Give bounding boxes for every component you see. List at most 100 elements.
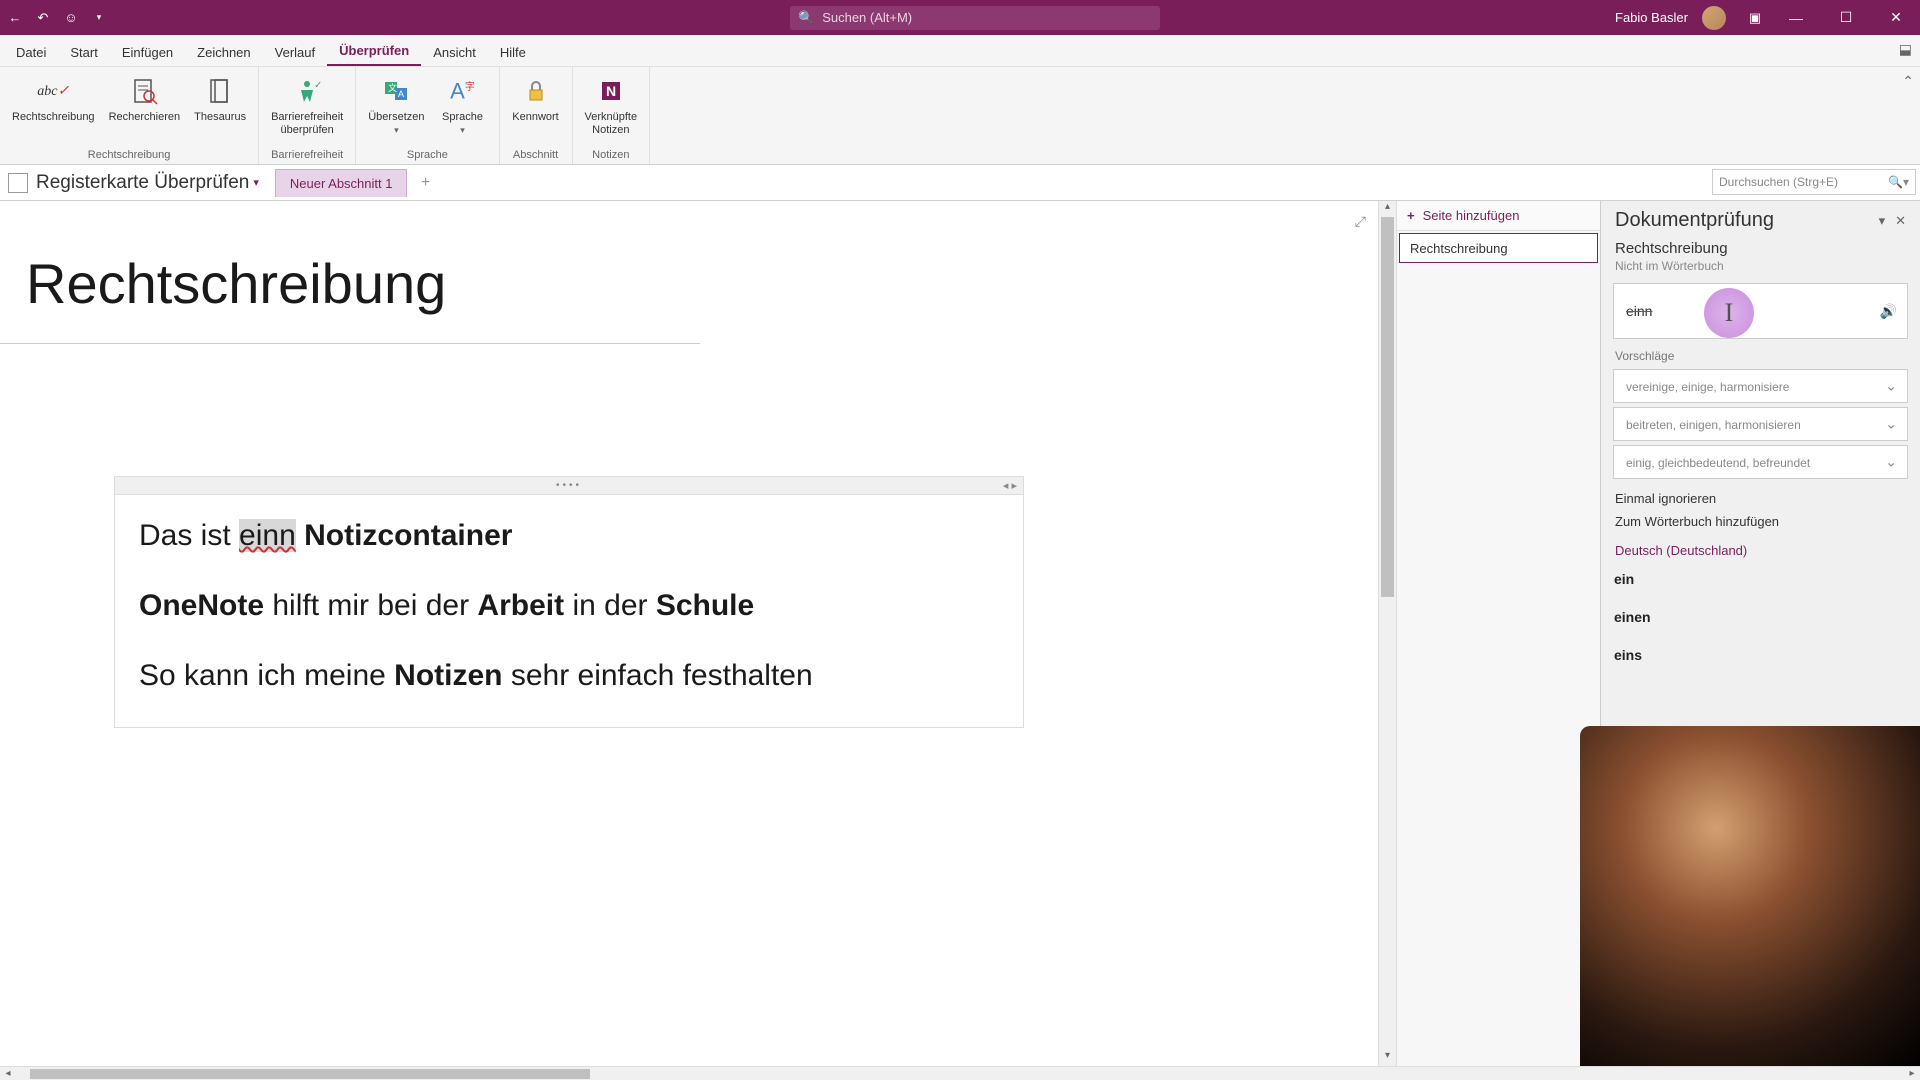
note-body[interactable]: Das ist einn Notizcontainer OneNote hilf… [115,495,1023,727]
title-bar: ← ↶ ☺ ▾ Rechtschreibung - OneNote 🔍 Such… [0,0,1920,35]
proofing-word-box[interactable]: einn 🔊 [1613,283,1908,339]
tab-verlauf[interactable]: Verlauf [263,39,327,66]
ribbon-group-label: Barrierefreiheit [265,148,349,162]
thesaurus-icon [202,73,238,109]
resize-arrows-icon[interactable]: ◂ ▸ [1003,479,1017,492]
user-name[interactable]: Fabio Basler [1615,10,1688,25]
abc-icon: abc✓ [35,73,71,109]
add-to-dict-link[interactable]: Zum Wörterbuch hinzufügen [1601,510,1920,533]
ribbon-linked-notes[interactable]: NVerknüpfte Notizen [579,71,644,148]
svg-text:文: 文 [388,82,397,93]
ribbon-thesaurus[interactable]: Thesaurus [188,71,252,148]
misspelled-word[interactable]: einn [239,519,296,552]
chevron-down-icon[interactable]: ⌄ [1885,454,1897,471]
cursor-highlight [1704,288,1754,338]
avatar[interactable] [1702,6,1726,30]
scroll-down-icon[interactable]: ▾ [1379,1050,1396,1066]
scroll-right-icon[interactable]: ▸ [1904,1068,1920,1079]
note-line-2[interactable]: OneNote hilft mir bei der Arbeit in der … [139,585,999,627]
tab-datei[interactable]: Datei [4,39,58,66]
scroll-track[interactable] [16,1069,1904,1079]
note-line-3[interactable]: So kann ich meine Notizen sehr einfach f… [139,655,999,697]
ribbon-group-abschnitt: Kennwort Abschnitt [500,67,573,164]
search-box[interactable]: 🔍 Suchen (Alt+M) [790,6,1160,30]
notebook-search-placeholder: Durchsuchen (Strg+E) [1719,175,1838,189]
minimize-button[interactable]: ― [1776,3,1816,33]
menu-bar: Datei Start Einfügen Zeichnen Verlauf Üb… [0,35,1920,67]
back-icon[interactable]: ← [4,7,26,29]
speaker-icon[interactable]: 🔊 [1880,303,1897,320]
research-icon [126,73,162,109]
horizontal-scrollbar[interactable]: ◂ ▸ [0,1066,1920,1080]
svg-text:A: A [398,89,404,99]
scroll-thumb[interactable] [1381,217,1394,597]
ribbon-translate[interactable]: 文AÜbersetzen▾ [362,71,430,148]
ribbon-group-label: Abschnitt [506,148,566,162]
ribbon-spelling[interactable]: abc✓Rechtschreibung [6,71,101,148]
ribbon-research[interactable]: Recherchieren [103,71,187,148]
onenote-icon: N [593,73,629,109]
proofing-error-word: einn [1626,303,1652,319]
ribbon-collapse-icon[interactable]: ⌃ [1896,67,1920,164]
undo-icon[interactable]: ↶ [32,7,54,29]
page-list-item[interactable]: Rechtschreibung [1399,233,1598,263]
ribbon-group-rechtschreibung: abc✓Rechtschreibung Recherchieren Thesau… [0,67,259,164]
expand-icon[interactable]: ⤢ [1355,213,1366,230]
suggestion-item[interactable]: ein vereinige, einige, harmonisiere ⌄ [1613,369,1908,403]
note-line-1[interactable]: Das ist einn Notizcontainer [139,515,999,557]
container-drag-handle[interactable]: •••• ◂ ▸ [115,477,1023,495]
pane-options-icon[interactable]: ▾ [1879,213,1886,229]
proofing-language[interactable]: Deutsch (Deutschland) [1601,533,1920,568]
scroll-up-icon[interactable]: ▴ [1379,201,1396,217]
quick-access: ← ↶ ☺ ▾ [4,7,110,29]
ribbon: abc✓Rechtschreibung Recherchieren Thesau… [0,67,1920,165]
tab-ueberpruefen[interactable]: Überprüfen [327,37,421,66]
scroll-left-icon[interactable]: ◂ [0,1068,16,1079]
maximize-button[interactable]: ☐ [1826,3,1866,33]
proofing-header: Dokumentprüfung ▾ ✕ [1601,201,1920,238]
note-container[interactable]: •••• ◂ ▸ Das ist einn Notizcontainer One… [114,476,1024,728]
add-page-button[interactable]: +Seite hinzufügen [1397,201,1600,231]
suggestion-item[interactable]: einen beitreten, einigen, harmonisieren … [1613,407,1908,441]
notebook-dropdown-icon[interactable]: ▾ [253,176,259,189]
window-restore-icon[interactable]: ▣ [1744,7,1766,29]
vertical-scrollbar[interactable]: ▴ ▾ [1378,201,1396,1066]
tab-ansicht[interactable]: Ansicht [421,39,488,66]
add-section-button[interactable]: + [413,171,437,195]
section-tab[interactable]: Neuer Abschnitt 1 [275,169,408,197]
page-list-pane: +Seite hinzufügen Rechtschreibung [1396,201,1600,1066]
chevron-down-icon[interactable]: ⌄ [1885,416,1897,433]
notebook-icon[interactable] [8,173,28,193]
svg-text:✓: ✓ [314,80,322,91]
scroll-thumb[interactable] [30,1069,590,1079]
qat-dropdown-icon[interactable]: ▾ [88,7,110,29]
tab-start[interactable]: Start [58,39,109,66]
suggestion-item[interactable]: eins einig, gleichbedeutend, befreundet … [1613,445,1908,479]
notebook-name[interactable]: Registerkarte Überprüfen [36,172,249,194]
notebook-search[interactable]: Durchsuchen (Strg+E) 🔍▾ [1712,169,1916,195]
ribbon-password[interactable]: Kennwort [506,71,566,148]
page-title[interactable]: Rechtschreibung [26,251,446,316]
touch-icon[interactable]: ☺ [60,7,82,29]
ribbon-accessibility[interactable]: ✓Barrierefreiheit überprüfen [265,71,349,148]
collapse-ribbon-icon[interactable]: ⬓ [1899,41,1912,58]
proofing-pane: Dokumentprüfung ▾ ✕ Rechtschreibung Nich… [1600,201,1920,1066]
pane-close-icon[interactable]: ✕ [1895,213,1906,229]
page-canvas[interactable]: ⤢ Rechtschreibung •••• ◂ ▸ Das ist einn … [0,201,1378,1066]
tab-zeichnen[interactable]: Zeichnen [185,39,262,66]
tab-einfuegen[interactable]: Einfügen [110,39,185,66]
main-area: ⤢ Rechtschreibung •••• ◂ ▸ Das ist einn … [0,201,1920,1066]
chevron-down-icon: ▾ [394,125,399,135]
chevron-down-icon[interactable]: ⌄ [1885,378,1897,395]
ribbon-group-sprache: 文AÜbersetzen▾ A字Sprache▾ Sprache [356,67,499,164]
ribbon-group-notizen: NVerknüpfte Notizen Notizen [573,67,651,164]
notebook-bar: Registerkarte Überprüfen ▾ Neuer Abschni… [0,165,1920,201]
ignore-once-link[interactable]: Einmal ignorieren [1601,487,1920,510]
tab-hilfe[interactable]: Hilfe [488,39,538,66]
ribbon-group-label: Notizen [579,148,644,162]
close-button[interactable]: ✕ [1876,3,1916,33]
proofing-title: Dokumentprüfung [1615,209,1869,232]
proofing-not-in-dict: Nicht im Wörterbuch [1601,259,1920,279]
drag-dots-icon: •••• [556,480,582,491]
ribbon-language[interactable]: A字Sprache▾ [433,71,493,148]
